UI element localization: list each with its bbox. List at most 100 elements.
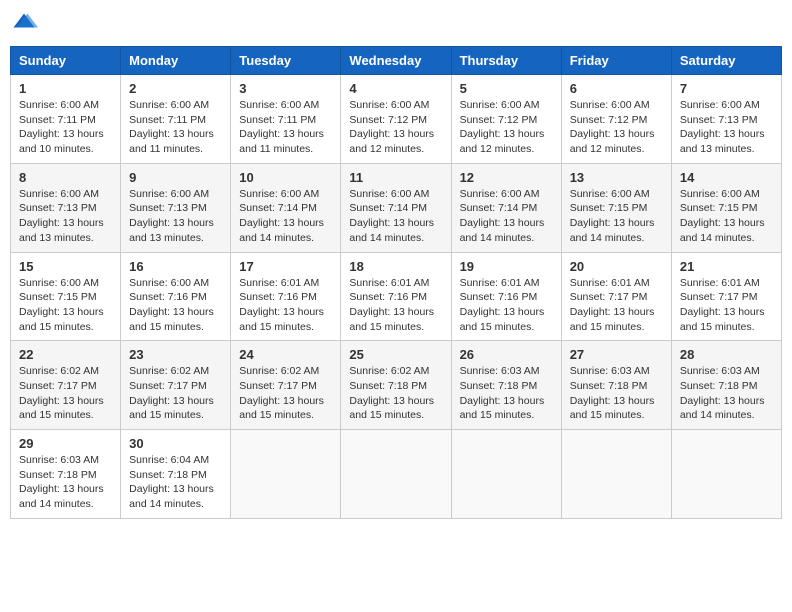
calendar-cell: 1 Sunrise: 6:00 AM Sunset: 7:11 PM Dayli… bbox=[11, 75, 121, 164]
calendar-cell: 23 Sunrise: 6:02 AM Sunset: 7:17 PM Dayl… bbox=[121, 341, 231, 430]
day-info: Sunrise: 6:01 AM Sunset: 7:16 PM Dayligh… bbox=[239, 276, 332, 335]
day-number: 24 bbox=[239, 347, 332, 362]
day-info: Sunrise: 6:00 AM Sunset: 7:11 PM Dayligh… bbox=[129, 98, 222, 157]
calendar-week-1: 1 Sunrise: 6:00 AM Sunset: 7:11 PM Dayli… bbox=[11, 75, 782, 164]
calendar-cell bbox=[671, 430, 781, 519]
day-number: 5 bbox=[460, 81, 553, 96]
day-number: 15 bbox=[19, 259, 112, 274]
calendar-cell: 16 Sunrise: 6:00 AM Sunset: 7:16 PM Dayl… bbox=[121, 252, 231, 341]
day-number: 9 bbox=[129, 170, 222, 185]
day-info: Sunrise: 6:00 AM Sunset: 7:15 PM Dayligh… bbox=[680, 187, 773, 246]
col-header-tuesday: Tuesday bbox=[231, 47, 341, 75]
calendar-cell: 29 Sunrise: 6:03 AM Sunset: 7:18 PM Dayl… bbox=[11, 430, 121, 519]
calendar-cell: 26 Sunrise: 6:03 AM Sunset: 7:18 PM Dayl… bbox=[451, 341, 561, 430]
calendar-cell: 21 Sunrise: 6:01 AM Sunset: 7:17 PM Dayl… bbox=[671, 252, 781, 341]
day-info: Sunrise: 6:03 AM Sunset: 7:18 PM Dayligh… bbox=[19, 453, 112, 512]
day-number: 30 bbox=[129, 436, 222, 451]
day-number: 22 bbox=[19, 347, 112, 362]
calendar-cell: 27 Sunrise: 6:03 AM Sunset: 7:18 PM Dayl… bbox=[561, 341, 671, 430]
day-number: 13 bbox=[570, 170, 663, 185]
calendar-cell: 12 Sunrise: 6:00 AM Sunset: 7:14 PM Dayl… bbox=[451, 163, 561, 252]
calendar-cell: 13 Sunrise: 6:00 AM Sunset: 7:15 PM Dayl… bbox=[561, 163, 671, 252]
day-number: 3 bbox=[239, 81, 332, 96]
day-info: Sunrise: 6:02 AM Sunset: 7:17 PM Dayligh… bbox=[239, 364, 332, 423]
col-header-wednesday: Wednesday bbox=[341, 47, 451, 75]
day-number: 2 bbox=[129, 81, 222, 96]
calendar-cell bbox=[231, 430, 341, 519]
calendar-cell: 18 Sunrise: 6:01 AM Sunset: 7:16 PM Dayl… bbox=[341, 252, 451, 341]
logo-icon bbox=[10, 10, 38, 38]
calendar-cell: 2 Sunrise: 6:00 AM Sunset: 7:11 PM Dayli… bbox=[121, 75, 231, 164]
day-number: 20 bbox=[570, 259, 663, 274]
day-number: 7 bbox=[680, 81, 773, 96]
day-number: 12 bbox=[460, 170, 553, 185]
calendar-cell: 25 Sunrise: 6:02 AM Sunset: 7:18 PM Dayl… bbox=[341, 341, 451, 430]
calendar-cell: 5 Sunrise: 6:00 AM Sunset: 7:12 PM Dayli… bbox=[451, 75, 561, 164]
day-number: 18 bbox=[349, 259, 442, 274]
calendar-cell: 3 Sunrise: 6:00 AM Sunset: 7:11 PM Dayli… bbox=[231, 75, 341, 164]
day-number: 16 bbox=[129, 259, 222, 274]
col-header-saturday: Saturday bbox=[671, 47, 781, 75]
calendar-header-row: SundayMondayTuesdayWednesdayThursdayFrid… bbox=[11, 47, 782, 75]
logo bbox=[10, 10, 42, 38]
day-info: Sunrise: 6:01 AM Sunset: 7:17 PM Dayligh… bbox=[570, 276, 663, 335]
day-info: Sunrise: 6:01 AM Sunset: 7:16 PM Dayligh… bbox=[349, 276, 442, 335]
day-number: 27 bbox=[570, 347, 663, 362]
day-info: Sunrise: 6:00 AM Sunset: 7:14 PM Dayligh… bbox=[460, 187, 553, 246]
calendar-week-4: 22 Sunrise: 6:02 AM Sunset: 7:17 PM Dayl… bbox=[11, 341, 782, 430]
day-number: 10 bbox=[239, 170, 332, 185]
day-number: 26 bbox=[460, 347, 553, 362]
day-number: 1 bbox=[19, 81, 112, 96]
day-number: 23 bbox=[129, 347, 222, 362]
col-header-thursday: Thursday bbox=[451, 47, 561, 75]
calendar-cell: 14 Sunrise: 6:00 AM Sunset: 7:15 PM Dayl… bbox=[671, 163, 781, 252]
calendar-cell: 30 Sunrise: 6:04 AM Sunset: 7:18 PM Dayl… bbox=[121, 430, 231, 519]
day-number: 14 bbox=[680, 170, 773, 185]
day-info: Sunrise: 6:00 AM Sunset: 7:14 PM Dayligh… bbox=[239, 187, 332, 246]
day-info: Sunrise: 6:02 AM Sunset: 7:17 PM Dayligh… bbox=[129, 364, 222, 423]
day-info: Sunrise: 6:00 AM Sunset: 7:12 PM Dayligh… bbox=[570, 98, 663, 157]
day-number: 6 bbox=[570, 81, 663, 96]
day-info: Sunrise: 6:00 AM Sunset: 7:13 PM Dayligh… bbox=[680, 98, 773, 157]
calendar-cell: 7 Sunrise: 6:00 AM Sunset: 7:13 PM Dayli… bbox=[671, 75, 781, 164]
day-info: Sunrise: 6:00 AM Sunset: 7:12 PM Dayligh… bbox=[460, 98, 553, 157]
day-info: Sunrise: 6:00 AM Sunset: 7:15 PM Dayligh… bbox=[570, 187, 663, 246]
day-number: 17 bbox=[239, 259, 332, 274]
calendar-week-5: 29 Sunrise: 6:03 AM Sunset: 7:18 PM Dayl… bbox=[11, 430, 782, 519]
day-number: 25 bbox=[349, 347, 442, 362]
calendar-cell: 17 Sunrise: 6:01 AM Sunset: 7:16 PM Dayl… bbox=[231, 252, 341, 341]
calendar-cell: 28 Sunrise: 6:03 AM Sunset: 7:18 PM Dayl… bbox=[671, 341, 781, 430]
day-info: Sunrise: 6:03 AM Sunset: 7:18 PM Dayligh… bbox=[570, 364, 663, 423]
calendar-cell: 20 Sunrise: 6:01 AM Sunset: 7:17 PM Dayl… bbox=[561, 252, 671, 341]
calendar-cell bbox=[561, 430, 671, 519]
day-info: Sunrise: 6:04 AM Sunset: 7:18 PM Dayligh… bbox=[129, 453, 222, 512]
day-info: Sunrise: 6:00 AM Sunset: 7:11 PM Dayligh… bbox=[239, 98, 332, 157]
calendar-cell: 11 Sunrise: 6:00 AM Sunset: 7:14 PM Dayl… bbox=[341, 163, 451, 252]
day-number: 11 bbox=[349, 170, 442, 185]
day-number: 19 bbox=[460, 259, 553, 274]
day-number: 21 bbox=[680, 259, 773, 274]
calendar-cell: 15 Sunrise: 6:00 AM Sunset: 7:15 PM Dayl… bbox=[11, 252, 121, 341]
day-info: Sunrise: 6:03 AM Sunset: 7:18 PM Dayligh… bbox=[680, 364, 773, 423]
day-info: Sunrise: 6:03 AM Sunset: 7:18 PM Dayligh… bbox=[460, 364, 553, 423]
day-info: Sunrise: 6:01 AM Sunset: 7:17 PM Dayligh… bbox=[680, 276, 773, 335]
calendar-table: SundayMondayTuesdayWednesdayThursdayFrid… bbox=[10, 46, 782, 519]
col-header-friday: Friday bbox=[561, 47, 671, 75]
day-info: Sunrise: 6:00 AM Sunset: 7:15 PM Dayligh… bbox=[19, 276, 112, 335]
day-number: 29 bbox=[19, 436, 112, 451]
calendar-week-2: 8 Sunrise: 6:00 AM Sunset: 7:13 PM Dayli… bbox=[11, 163, 782, 252]
day-number: 8 bbox=[19, 170, 112, 185]
day-info: Sunrise: 6:00 AM Sunset: 7:11 PM Dayligh… bbox=[19, 98, 112, 157]
col-header-sunday: Sunday bbox=[11, 47, 121, 75]
calendar-week-3: 15 Sunrise: 6:00 AM Sunset: 7:15 PM Dayl… bbox=[11, 252, 782, 341]
calendar-cell: 8 Sunrise: 6:00 AM Sunset: 7:13 PM Dayli… bbox=[11, 163, 121, 252]
calendar-cell: 9 Sunrise: 6:00 AM Sunset: 7:13 PM Dayli… bbox=[121, 163, 231, 252]
day-info: Sunrise: 6:02 AM Sunset: 7:17 PM Dayligh… bbox=[19, 364, 112, 423]
calendar-cell bbox=[341, 430, 451, 519]
day-info: Sunrise: 6:00 AM Sunset: 7:16 PM Dayligh… bbox=[129, 276, 222, 335]
calendar-cell: 6 Sunrise: 6:00 AM Sunset: 7:12 PM Dayli… bbox=[561, 75, 671, 164]
calendar-cell: 10 Sunrise: 6:00 AM Sunset: 7:14 PM Dayl… bbox=[231, 163, 341, 252]
col-header-monday: Monday bbox=[121, 47, 231, 75]
day-number: 28 bbox=[680, 347, 773, 362]
calendar-cell: 22 Sunrise: 6:02 AM Sunset: 7:17 PM Dayl… bbox=[11, 341, 121, 430]
